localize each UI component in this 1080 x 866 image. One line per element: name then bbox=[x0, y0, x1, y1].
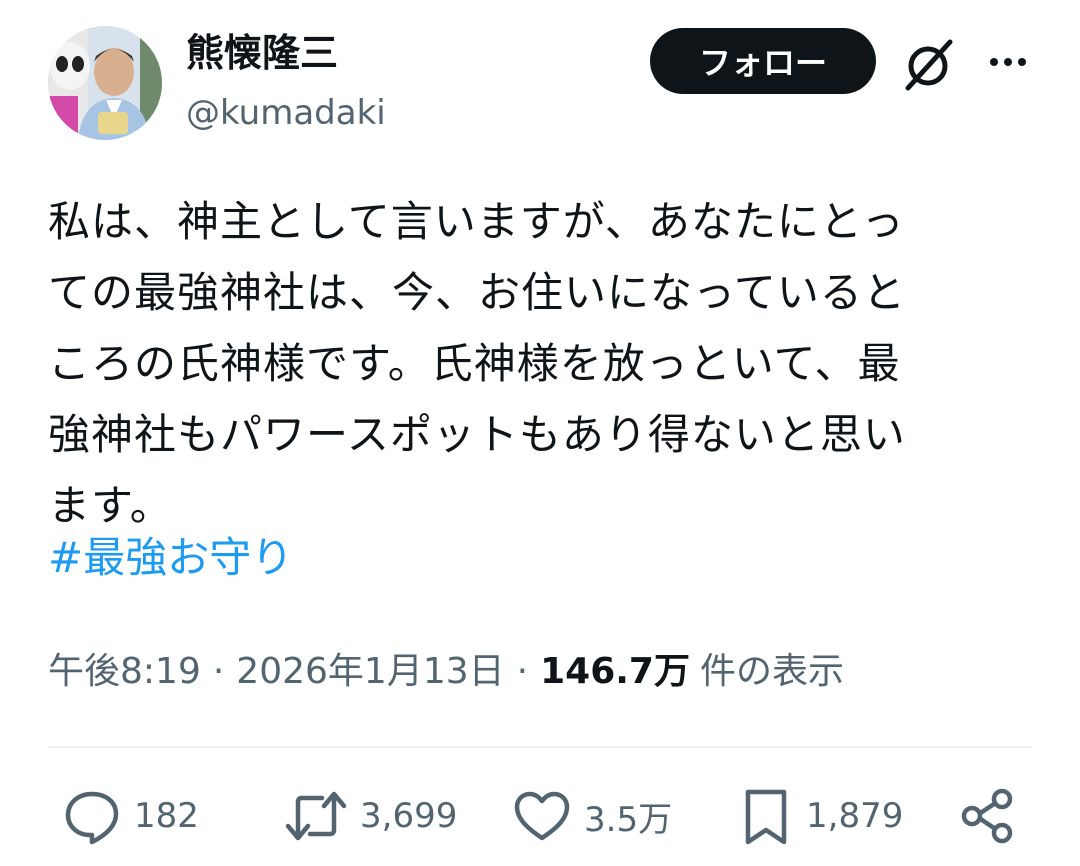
meta-separator: · bbox=[212, 651, 225, 692]
post-metadata: 午後8:19 · 2026年1月13日 · 146.7万 件の表示 bbox=[48, 646, 844, 698]
repost-count: 3,699 bbox=[360, 796, 458, 836]
view-count: 146.7万 bbox=[540, 651, 690, 692]
action-bar: 182 3,699 3.5万 1,879 bbox=[0, 776, 1080, 856]
post-time[interactable]: 午後8:19 bbox=[48, 646, 201, 698]
meta-separator: · bbox=[516, 651, 529, 692]
like-button[interactable]: 3.5万 bbox=[512, 776, 672, 856]
repost-icon bbox=[285, 791, 347, 841]
follow-button[interactable]: フォロー bbox=[650, 28, 876, 94]
more-options-icon[interactable] bbox=[980, 40, 1036, 84]
grok-icon[interactable] bbox=[898, 34, 958, 94]
like-count: 3.5万 bbox=[584, 799, 673, 840]
share-icon bbox=[961, 788, 1013, 844]
post-date[interactable]: 2026年1月13日 bbox=[236, 646, 504, 698]
bookmark-icon bbox=[745, 789, 787, 845]
reply-button[interactable]: 182 bbox=[62, 776, 199, 856]
heart-icon bbox=[514, 791, 570, 841]
author-display-name[interactable]: 熊懐隆三 bbox=[186, 28, 338, 78]
view-count-label: 件の表示 bbox=[699, 651, 844, 692]
bookmark-button[interactable]: 1,879 bbox=[738, 776, 903, 856]
hashtag-link[interactable]: #最強お守り bbox=[48, 528, 293, 588]
author-avatar[interactable] bbox=[48, 26, 162, 140]
divider bbox=[48, 746, 1032, 748]
post-text: 私は、神主として言いますが、あなたにとっ ての最強神社は、今、お住いになっている… bbox=[48, 197, 906, 530]
avatar-photo bbox=[48, 26, 162, 140]
repost-button[interactable]: 3,699 bbox=[284, 776, 457, 856]
reply-count: 182 bbox=[134, 796, 199, 836]
reply-icon bbox=[65, 791, 119, 845]
bookmark-count: 1,879 bbox=[806, 796, 904, 836]
author-handle[interactable]: @kumadaki bbox=[186, 90, 386, 136]
share-button[interactable] bbox=[958, 776, 1018, 856]
